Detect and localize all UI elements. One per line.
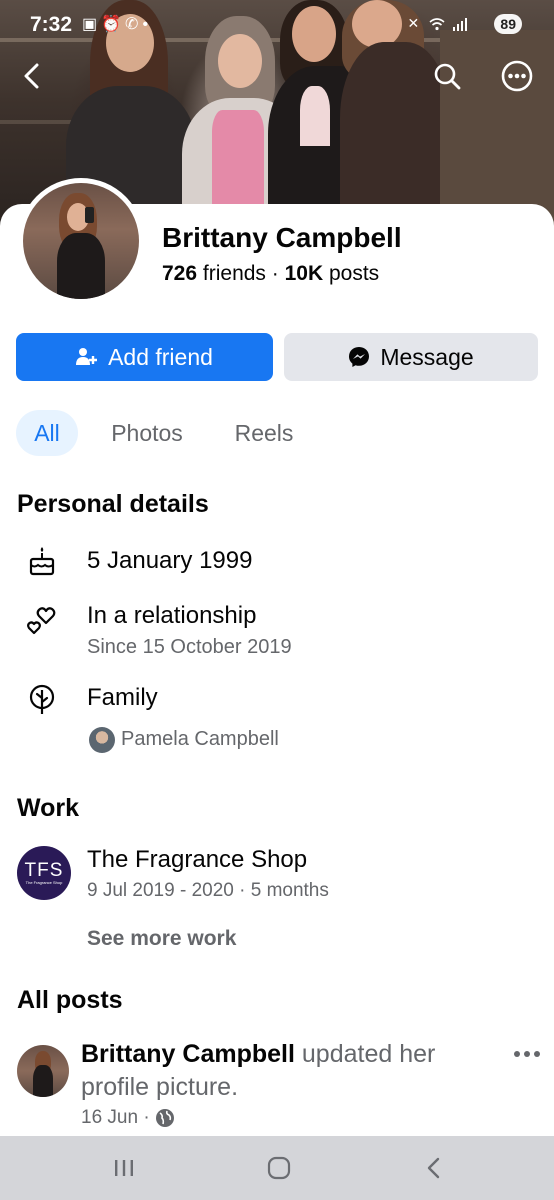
cover-detail <box>300 86 330 146</box>
dot-icon: • <box>142 16 153 33</box>
status-time: 7:32 <box>30 13 73 36</box>
alarm-icon: ⏰ <box>101 16 126 33</box>
employer-name[interactable]: The Fragrance Shop <box>87 846 307 874</box>
family-label: Family <box>87 684 158 711</box>
friends-label[interactable]: friends <box>203 262 266 285</box>
status-bar: 7:32 ▣⏰✆• ✕ 89 <box>0 0 554 50</box>
see-more-work-link[interactable]: See more work <box>87 927 236 951</box>
family-tree-icon <box>24 682 60 718</box>
status-system-icons: ✕ <box>407 15 470 32</box>
birthday-cake-icon <box>24 543 60 579</box>
work-dates: 9 Jul 2019 - 2020 · 5 months <box>87 880 329 901</box>
nav-back-button[interactable] <box>412 1148 456 1188</box>
home-icon <box>267 1156 291 1180</box>
message-button[interactable]: Message <box>284 333 538 381</box>
profile-stats: 726 friends · 10K posts <box>162 262 379 286</box>
search-icon <box>434 63 461 90</box>
avatar-detail <box>85 207 94 223</box>
post-header-text: Brittany Campbell updated her profile pi… <box>81 1038 481 1104</box>
avatar-detail <box>33 1065 53 1097</box>
stats-separator: · <box>271 262 279 285</box>
logo-text: TFS <box>24 859 64 881</box>
profile-name: Brittany Campbell <box>162 222 402 253</box>
signal-icon <box>453 18 467 32</box>
birthday-text: 5 January 1999 <box>87 547 253 574</box>
logo-subtext: The Fragrance Shop <box>25 879 63 885</box>
post-date[interactable]: 16 Jun · <box>81 1107 150 1129</box>
tab-reels[interactable]: Reels <box>222 410 306 456</box>
back-arrow-icon <box>24 63 39 89</box>
relationship-hearts-icon <box>24 601 60 637</box>
tab-photos[interactable]: Photos <box>96 410 198 456</box>
tab-all[interactable]: All <box>16 410 78 456</box>
recent-apps-button[interactable] <box>102 1148 146 1188</box>
more-horizontal-icon <box>514 1051 540 1057</box>
recent-apps-icon <box>115 1160 133 1176</box>
relationship-status: In a relationship <box>87 602 257 629</box>
post-author-avatar[interactable] <box>17 1045 69 1097</box>
post-meta: 16 Jun · <box>81 1107 175 1129</box>
call-icon: ✆ <box>125 16 143 33</box>
search-button[interactable] <box>427 56 467 96</box>
notification-icon: ▣ <box>82 16 102 33</box>
avatar <box>23 183 139 299</box>
nav-back-icon <box>427 1157 440 1179</box>
relationship-since: Since 15 October 2019 <box>87 636 292 658</box>
post-author-name[interactable]: Brittany Campbell <box>81 1040 295 1068</box>
back-button[interactable] <box>12 56 52 96</box>
system-navigation-bar <box>0 1136 554 1200</box>
add-friend-label: Add friend <box>108 343 213 370</box>
home-button[interactable] <box>257 1148 301 1188</box>
posts-label: posts <box>328 262 380 285</box>
add-friend-button[interactable]: Add friend <box>16 333 273 381</box>
more-options-icon <box>501 60 533 92</box>
posts-count: 10K <box>284 262 324 285</box>
family-member-name[interactable]: Pamela Campbell <box>121 728 279 751</box>
more-options-button[interactable] <box>497 56 537 96</box>
employer-logo[interactable]: TFS The Fragrance Shop <box>17 846 71 900</box>
work-heading: Work <box>17 794 80 822</box>
profile-picture[interactable] <box>18 178 144 304</box>
globe-icon <box>155 1109 174 1127</box>
add-friend-icon <box>76 348 98 365</box>
personal-details-heading: Personal details <box>17 490 209 518</box>
avatar-detail <box>57 233 105 299</box>
wifi-icon <box>429 18 445 31</box>
battery-indicator: 89 <box>494 14 522 34</box>
post-more-button[interactable] <box>510 1044 544 1064</box>
mute-icon: ✕ <box>407 15 423 31</box>
family-member-avatar[interactable] <box>89 727 115 753</box>
messenger-icon <box>349 347 370 367</box>
status-notification-icons: ▣⏰✆• <box>82 14 152 34</box>
all-posts-heading: All posts <box>17 986 123 1014</box>
message-label: Message <box>380 343 474 370</box>
friends-count[interactable]: 726 <box>162 262 197 285</box>
